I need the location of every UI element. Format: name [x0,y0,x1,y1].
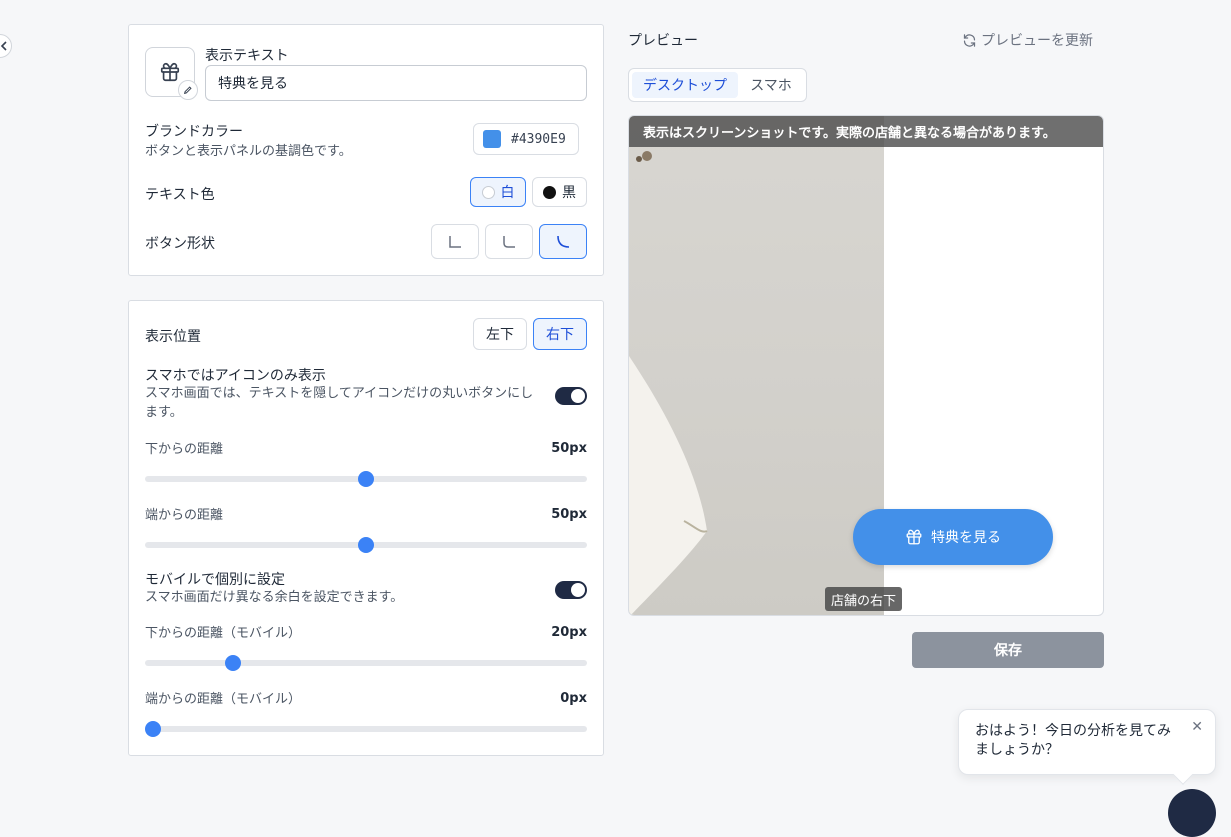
preview-device-tabs: デスクトップ スマホ [628,68,807,102]
edge-distance-label: 端からの距離 [145,508,224,523]
black-circle-icon [543,185,556,199]
text-color-black-label: 黒 [562,185,576,201]
display-text-label: 表示テキスト [205,48,289,64]
icon-only-label: スマホではアイコンのみ表示 [145,368,326,384]
gift-icon [906,529,922,545]
icon-only-toggle[interactable] [555,387,587,405]
mobile-bottom-distance-slider[interactable] [145,655,587,671]
preview-frame: 表示はスクリーンショットです。実際の店舗と異なる場合があります。 特典を見る 店… [628,115,1104,616]
mobile-edge-distance-slider[interactable] [145,721,587,737]
mobile-override-toggle[interactable] [555,581,587,599]
position-tag: 店舗の右下 [825,587,903,611]
text-color-label: テキスト色 [145,187,215,203]
refresh-preview-label: プレビューを更新 [981,33,1093,49]
mobile-edge-distance-value: 0px [560,691,587,706]
tab-mobile[interactable]: スマホ [741,72,801,98]
tab-desktop[interactable]: デスクトップ [632,72,738,98]
store-screenshot [629,116,884,615]
garment-image [629,151,708,615]
edit-icon-button[interactable] [178,80,198,100]
placement-settings-card: 表示位置 左下 右下 スマホではアイコンのみ表示 スマホ画面では、テキストを隠し… [128,300,604,756]
position-left-label: 左下 [486,327,514,343]
display-text-input[interactable] [205,65,587,101]
mobile-override-label: モバイルで個別に設定 [145,572,285,588]
brand-color-label: ブランドカラー [145,124,243,140]
position-right-option[interactable]: 右下 [533,318,587,350]
color-swatch [483,130,501,148]
slider-thumb[interactable] [145,721,161,737]
close-icon[interactable]: ✕ [1191,718,1203,737]
gift-icon [160,62,180,82]
collapse-handle[interactable] [0,34,12,58]
bubble-tail [1173,765,1193,785]
screenshot-notice: 表示はスクリーンショットです。実際の店舗と異なる場合があります。 [629,116,1103,147]
edge-distance-value: 50px [551,507,587,522]
position-label: 表示位置 [145,329,201,345]
position-right-label: 右下 [546,327,574,343]
chevron-left-icon [0,41,7,51]
button-shape-label: ボタン形状 [145,236,215,252]
mobile-bottom-distance-value: 20px [551,625,587,640]
mobile-bottom-distance-label: 下からの距離（モバイル） [145,626,302,641]
chat-bubble: おはよう！今日の分析を見てみましょうか？ ✕ [958,709,1216,785]
refresh-preview-button[interactable]: プレビューを更新 [962,30,1093,50]
brand-color-description: ボタンと表示パネルの基調色です。 [145,144,352,159]
slider-thumb[interactable] [225,655,242,671]
pill-corner-icon [557,235,570,248]
slider-thumb[interactable] [358,471,374,487]
square-corner-icon [449,235,461,248]
position-left-option[interactable]: 左下 [473,318,527,350]
chat-message: おはよう！今日の分析を見てみましょうか？ [975,723,1171,758]
icon-only-description: スマホ画面では、テキストを隠してアイコンだけの丸いボタンにします。 [145,386,534,420]
text-color-white-label: 白 [500,185,515,201]
pencil-icon [183,86,192,95]
bottom-distance-value: 50px [551,441,587,456]
shape-square-option[interactable] [431,224,479,259]
text-color-white-option[interactable]: 白 [470,177,526,207]
mobile-override-description: スマホ画面だけ異なる余白を設定できます。 [145,590,404,605]
slider-thumb[interactable] [358,537,374,553]
button-icon-picker[interactable] [145,47,198,100]
shape-rounded-option[interactable] [485,224,533,259]
bottom-distance-slider[interactable] [145,471,587,487]
white-circle-icon [481,185,495,199]
brand-color-picker[interactable]: #4390E9 [473,123,579,155]
preview-cta-button[interactable]: 特典を見る [853,509,1053,565]
brand-color-hex: #4390E9 [511,131,566,147]
shape-pill-option[interactable] [539,224,587,259]
mobile-edge-distance-label: 端からの距離（モバイル） [145,692,302,707]
text-color-black-option[interactable]: 黒 [532,177,587,207]
refresh-icon [963,33,976,47]
preview-title: プレビュー [628,33,698,49]
rounded-corner-icon [503,235,515,248]
preview-cta-label: 特典を見る [931,530,1001,546]
edge-distance-slider[interactable] [145,537,587,553]
button-settings-card: 表示テキスト ブランドカラー ボタンと表示パネルの基調色です。 #4390E9 … [128,24,604,276]
chat-launcher-button[interactable] [1168,789,1216,837]
save-button[interactable]: 保存 [912,632,1104,668]
bottom-distance-label: 下からの距離 [145,442,224,457]
